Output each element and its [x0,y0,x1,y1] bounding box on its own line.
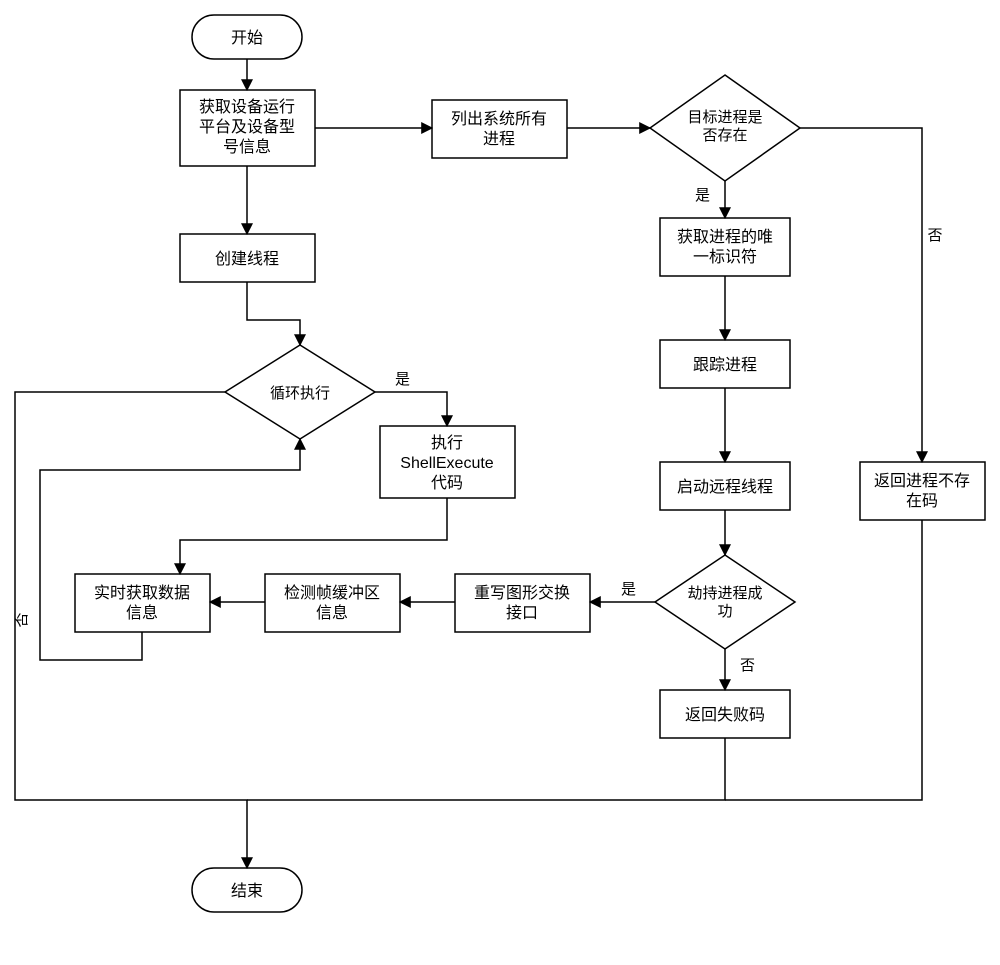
process-createthread-label: 创建线程 [215,250,279,268]
decision-hijacksuccess-l2: 功 [717,603,732,620]
process-realtime [75,574,210,632]
process-detectfb-l2: 信息 [316,604,348,622]
process-detectfb [265,574,400,632]
process-listproc-l2: 进程 [483,130,515,148]
process-notexistcode-l1: 返回进程不存 [874,472,970,490]
terminator-start-label: 开始 [231,29,263,47]
process-shellexecute-l3: 代码 [431,474,463,492]
process-getpid-l2: 一标识符 [693,248,757,266]
process-realtime-l2: 信息 [126,604,158,622]
process-rewrite-l2: 接口 [506,604,538,622]
edge-d1-notexist-label: 否 [927,227,942,244]
edge-d1-n3-label: 是 [695,187,710,204]
decision-hijacksuccess [655,555,795,649]
process-rewrite [455,574,590,632]
process-deviceinfo-l1: 获取设备运行 [199,98,295,116]
edge-loop-shell [375,392,447,426]
decision-targetexists-l1: 目标进程是 [687,109,762,126]
edge-fail-end [247,738,725,800]
process-realtime-l1: 实时获取数据 [94,584,190,602]
flowchart-canvas: 开始 获取设备运行 平台及设备型 号信息 列出系统所有 进程 目标进程是 否存在… [0,0,1000,965]
process-getpid-l1: 获取进程的唯 [677,228,773,246]
process-shellexecute-l1: 执行 [431,434,463,452]
edge-d2-fail-label: 否 [740,657,755,674]
edge-d2-rewrite-label: 是 [621,581,636,598]
process-trace-label: 跟踪进程 [693,356,757,374]
edge-loop-end-label: 否 [13,612,30,627]
process-shellexecute-l2: ShellExecute [400,455,493,472]
process-remotethread-label: 启动远程线程 [677,478,773,496]
edge-d1-notexist [800,128,922,462]
process-notexistcode-l2: 在码 [906,492,938,510]
edge-loop-shell-label: 是 [395,371,410,388]
edge-shell-realtime [180,498,447,574]
process-listproc-l1: 列出系统所有 [451,110,547,128]
process-deviceinfo-l3: 号信息 [223,138,271,156]
process-deviceinfo-l2: 平台及设备型 [199,118,295,136]
process-listproc [432,100,567,158]
process-notexistcode [860,462,985,520]
decision-hijacksuccess-l1: 劫持进程成 [687,585,762,602]
process-detectfb-l1: 检测帧缓冲区 [284,584,380,602]
terminator-end-label: 结束 [231,882,263,900]
process-failcode-label: 返回失败码 [685,706,765,724]
process-rewrite-l1: 重写图形交换 [474,584,570,602]
decision-targetexists-l2: 否存在 [702,127,747,144]
decision-loop-label: 循环执行 [270,385,330,402]
edge-create-loop [247,282,300,345]
process-getpid [660,218,790,276]
